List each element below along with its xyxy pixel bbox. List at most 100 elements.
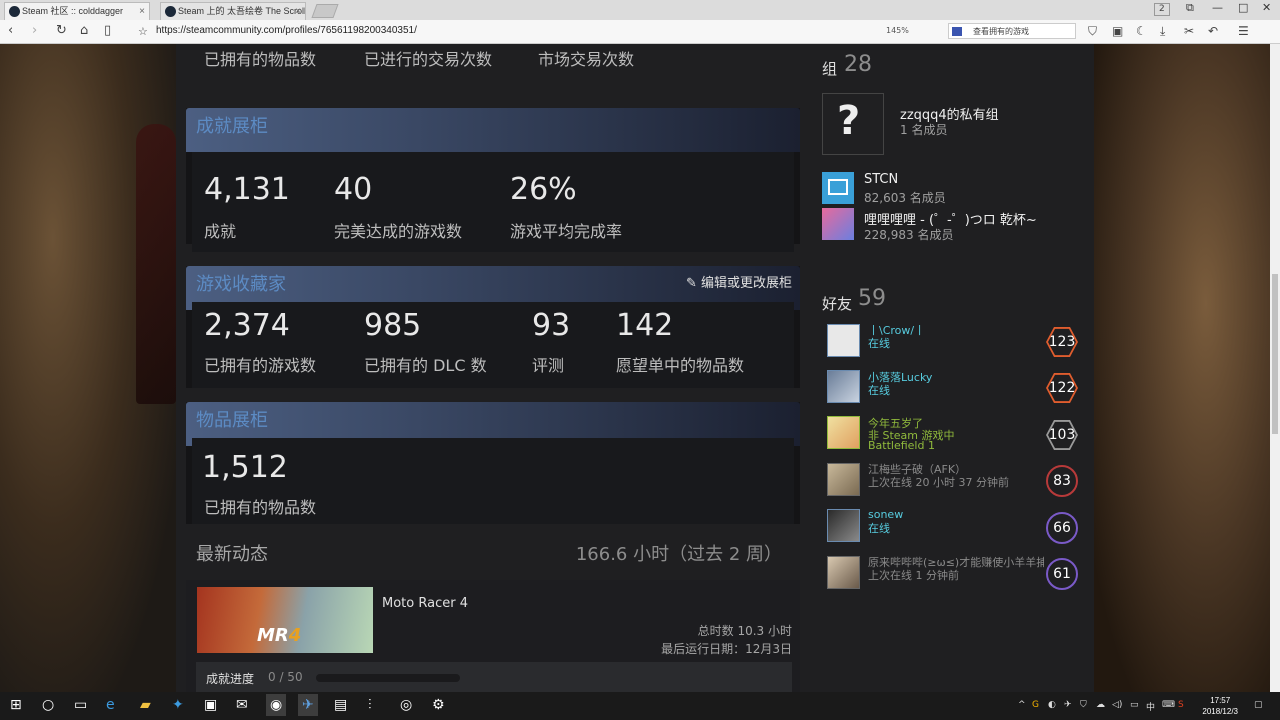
- friend-avatar[interactable]: [827, 509, 860, 542]
- stat-games-label[interactable]: 已拥有的游戏数: [204, 352, 316, 376]
- scrollbar-thumb[interactable]: [1272, 274, 1278, 434]
- friends-count[interactable]: 59: [858, 286, 886, 311]
- download-icon[interactable]: ⤓: [1160, 24, 1165, 39]
- tab-steam-store[interactable]: Steam 上的 太吾绘卷 The Scroll ×: [160, 2, 306, 20]
- stat-wishlist-label[interactable]: 愿望单中的物品数: [616, 352, 744, 376]
- stat-games-value[interactable]: 2,374: [204, 308, 290, 343]
- group-members: 82,603 名成员: [864, 191, 946, 205]
- search-placeholder: 查看拥有的游戏: [973, 27, 1029, 36]
- reader-icon[interactable]: ▯: [104, 23, 111, 38]
- search-engine-icon[interactable]: [952, 27, 962, 36]
- windows-icon[interactable]: ⊞: [10, 697, 22, 713]
- friend-level-badge[interactable]: 61: [1046, 558, 1078, 590]
- extension-icon[interactable]: ▣: [1112, 24, 1123, 38]
- bookmark-star-icon[interactable]: ☆: [138, 25, 148, 38]
- friend-status: 上次在线 20 小时 37 分钟前: [868, 476, 1009, 489]
- card-title: 成就展柜: [196, 116, 268, 137]
- browser-icon[interactable]: ◉: [266, 694, 287, 716]
- shield-icon[interactable]: ⛉: [1088, 24, 1097, 39]
- bag-icon[interactable]: ▣: [204, 697, 217, 713]
- friend-status: 上次在线 1 分钟前: [868, 569, 959, 582]
- game-capsule-image[interactable]: MR4: [197, 587, 373, 653]
- back-icon[interactable]: ‹: [8, 23, 13, 38]
- group-name[interactable]: STCN: [864, 172, 898, 187]
- stat-completion-label: 游戏平均完成率: [510, 222, 623, 241]
- steam-profile-page: 已拥有的物品数 已进行的交易次数 市场交易次数 成就展柜 4,131 成就 40…: [0, 44, 1280, 692]
- tray-app-icon[interactable]: ✈: [1064, 700, 1072, 710]
- volume-icon[interactable]: ◁): [1112, 700, 1122, 710]
- edit-showcase-link[interactable]: ✎ 编辑或更改展柜: [686, 272, 792, 291]
- maximize-button[interactable]: □: [1238, 1, 1248, 14]
- stat-items-value[interactable]: 1,512: [202, 450, 288, 485]
- file-explorer-icon[interactable]: ▰: [140, 697, 151, 713]
- tray-app-icon[interactable]: G: [1032, 700, 1039, 710]
- home-icon[interactable]: ⌂: [80, 23, 88, 38]
- restore-icon[interactable]: ⧉: [1186, 1, 1194, 15]
- tray-app-icon[interactable]: ◐: [1048, 700, 1056, 710]
- friend-avatar[interactable]: [827, 324, 860, 357]
- minimize-button[interactable]: —: [1212, 1, 1223, 14]
- stat-dlc-value[interactable]: 985: [364, 308, 421, 343]
- stat-dlc-label[interactable]: 已拥有的 DLC 数: [364, 352, 487, 376]
- stcn-icon[interactable]: [822, 172, 854, 204]
- friend-avatar[interactable]: [827, 370, 860, 403]
- stat-reviews-value[interactable]: 93: [532, 308, 570, 343]
- menu-icon[interactable]: ☰: [1238, 24, 1249, 38]
- friend-avatar[interactable]: [827, 416, 860, 449]
- steam-taskbar-icon[interactable]: ⚙: [432, 697, 445, 713]
- app-icon[interactable]: ▤: [334, 697, 347, 713]
- cortana-icon[interactable]: ○: [42, 697, 54, 713]
- stat-perfect-games-label: 完美达成的游戏数: [334, 222, 463, 241]
- tray-app-icon[interactable]: S: [1178, 700, 1184, 710]
- stat-wishlist-value[interactable]: 142: [616, 308, 673, 343]
- tray-shield-icon[interactable]: ⛉: [1080, 700, 1087, 710]
- mail-icon[interactable]: ✉: [236, 697, 248, 713]
- new-tab-button[interactable]: [311, 4, 339, 18]
- stat-reviews-label[interactable]: 评测: [532, 352, 564, 376]
- notification-icon[interactable]: ▢: [1254, 700, 1263, 710]
- achievement-progress-bar[interactable]: 成就进度 0 / 50: [196, 662, 792, 692]
- url-field[interactable]: https://steamcommunity.com/profiles/7656…: [156, 25, 417, 36]
- friend-status: 在线: [868, 337, 890, 350]
- steam-icon[interactable]: ◎: [400, 697, 412, 713]
- friend-avatar[interactable]: [827, 556, 860, 589]
- bilibili-icon[interactable]: [822, 208, 854, 240]
- background-art-right: [1094, 44, 1280, 692]
- search-input[interactable]: 查看拥有的游戏: [948, 23, 1076, 39]
- groups-count[interactable]: 28: [844, 52, 872, 77]
- stat-items-label[interactable]: 已拥有的物品数: [204, 494, 316, 518]
- undo-icon[interactable]: ↶: [1208, 24, 1218, 38]
- friend-level-badge[interactable]: 83: [1046, 465, 1078, 497]
- reload-icon[interactable]: ↻: [56, 23, 67, 38]
- page-scrollbar[interactable]: [1270, 44, 1280, 692]
- tray-expand-icon[interactable]: ^: [1018, 700, 1026, 710]
- question-mark-icon[interactable]: ?: [822, 93, 884, 155]
- friends-title[interactable]: 好友: [822, 293, 852, 314]
- friend-avatar[interactable]: [827, 463, 860, 496]
- forward-icon[interactable]: ›: [32, 23, 37, 38]
- network-icon[interactable]: ▭: [1130, 700, 1139, 710]
- browser-tab-bar: Steam 社区 :: colddagger × Steam 上的 太吾绘卷 T…: [0, 0, 1280, 20]
- app2-icon[interactable]: ⫶: [368, 697, 372, 713]
- friend-level-badge[interactable]: 66: [1046, 512, 1078, 544]
- edge-icon[interactable]: e: [106, 697, 115, 713]
- window-count-badge[interactable]: 2: [1154, 3, 1170, 16]
- zoom-level[interactable]: 145%: [886, 26, 909, 35]
- moon-icon[interactable]: ☾: [1136, 24, 1147, 38]
- scissors-icon[interactable]: ✂: [1184, 24, 1194, 38]
- recent-activity-title: 最新动态: [196, 544, 268, 565]
- tray-app-icon[interactable]: ☁: [1096, 700, 1105, 710]
- steam-folder-icon[interactable]: ✈: [298, 694, 318, 716]
- input-language[interactable]: 中: [1146, 700, 1155, 713]
- close-window-button[interactable]: ✕: [1262, 1, 1271, 14]
- keyboard-icon[interactable]: ⌨: [1162, 700, 1175, 710]
- game-name-link[interactable]: Moto Racer 4: [382, 596, 468, 611]
- close-tab-icon[interactable]: ×: [295, 3, 301, 20]
- close-tab-icon[interactable]: ×: [139, 3, 145, 20]
- tab-steam-community[interactable]: Steam 社区 :: colddagger ×: [4, 2, 150, 20]
- task-view-icon[interactable]: ▭: [74, 697, 87, 713]
- game-logo: MR4: [257, 625, 301, 646]
- groups-title[interactable]: 组: [822, 58, 837, 79]
- taskbar-clock[interactable]: 17:57 2018/12/3: [1202, 695, 1238, 717]
- store-icon[interactable]: ✦: [172, 697, 184, 713]
